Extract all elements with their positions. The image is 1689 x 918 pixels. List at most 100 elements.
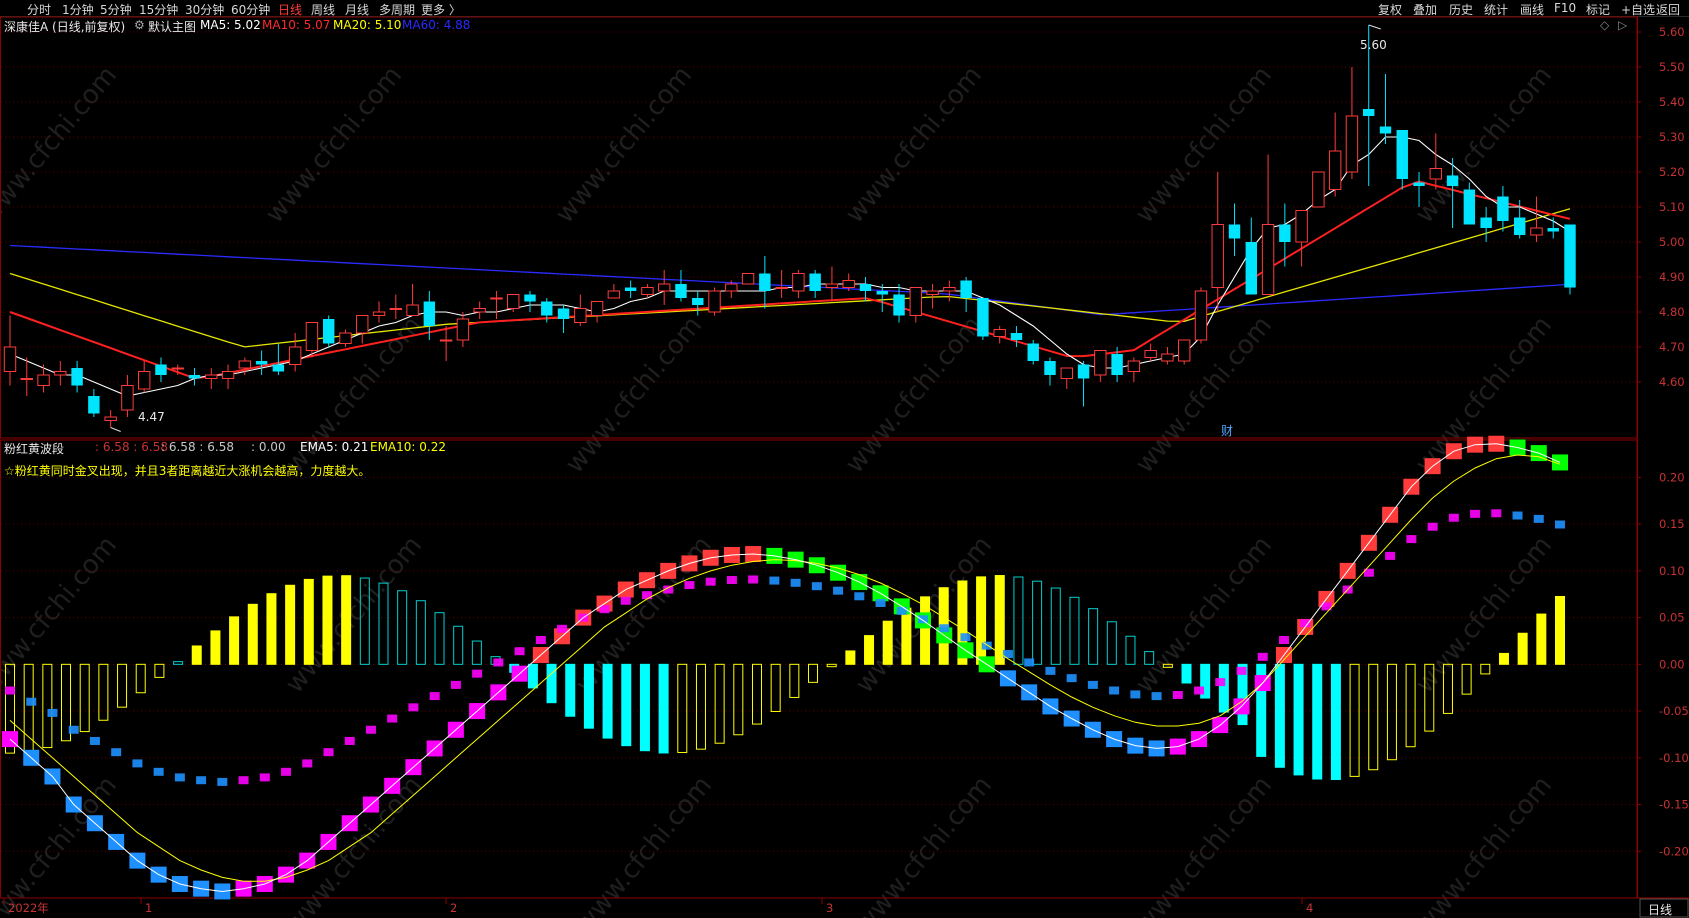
low-arrow (110, 427, 121, 432)
trail-small-block-41 (875, 599, 886, 608)
trail-small-block-14 (302, 759, 313, 768)
main-y-tick-label-2: 5.40 (1659, 95, 1685, 109)
candle-body-85 (1429, 168, 1443, 180)
sub-values-a: : 6.58 : 6.58 (95, 440, 168, 454)
trail-small-block-6 (132, 759, 143, 768)
candle-11 (188, 368, 201, 386)
osc-bar-59 (1106, 621, 1117, 665)
sub-indicator-note: ☆粉红黄同时金叉出现，并且3者距离越近大涨机会越高，力度越大。 (4, 464, 371, 478)
candle-79 (1328, 112, 1342, 197)
candle-body-5 (88, 396, 100, 414)
sub-y-tick-label-5: -0.05 (1659, 704, 1689, 718)
candle-body-4 (71, 368, 83, 386)
trail-small-block-36 (769, 576, 780, 585)
trail-small-block-15 (323, 748, 334, 757)
osc-bar-57 (1069, 596, 1080, 665)
candle-body-25 (423, 301, 436, 326)
trail-small-block-19 (408, 703, 419, 712)
candle-24 (406, 284, 419, 316)
candle-4 (71, 361, 83, 393)
candle-body-51 (859, 284, 872, 291)
osc-bar-43 (808, 663, 819, 683)
trail-small-block-10 (217, 777, 228, 786)
financial-event-marker[interactable]: 财 (1221, 422, 1233, 439)
candle-22 (372, 301, 386, 323)
osc-bar-52 (976, 576, 987, 665)
trail-small-block-33 (705, 577, 716, 586)
candle-body-37 (624, 287, 637, 291)
arrow-right-icon[interactable]: ▷ (1618, 18, 1627, 32)
candle-33 (557, 305, 570, 333)
candle-body-93 (1564, 224, 1576, 288)
candle-body-83 (1396, 130, 1408, 179)
candle-40 (675, 270, 687, 302)
x-axis-label-1: 1 (145, 901, 152, 915)
candle-26 (439, 326, 453, 361)
trail-small-block-11 (238, 776, 249, 785)
candle-36 (607, 284, 621, 299)
candle-body-0 (3, 346, 17, 372)
candle-12 (205, 368, 218, 389)
candle-44 (741, 273, 755, 285)
ma10-line (9, 180, 1571, 380)
candle-body-47 (792, 273, 805, 292)
candle-body-49 (825, 283, 839, 288)
trail-small-block-7 (153, 767, 164, 776)
candle-body-2 (37, 374, 50, 386)
candle-64 (1077, 361, 1090, 407)
trail-small-block-17 (365, 725, 376, 734)
candle-body-44 (741, 273, 755, 285)
candle-74 (1245, 217, 1257, 295)
osc-bar-83 (1555, 595, 1565, 665)
low-price-label: 4.47 (138, 410, 165, 424)
main-indicator-name[interactable]: 默认主图 (148, 18, 196, 35)
diamond-icon[interactable]: ◇ (1600, 18, 1609, 32)
main-y-tick-label-0: 5.60 (1659, 25, 1685, 39)
indicator-settings-icon[interactable]: ⚙ (134, 18, 145, 32)
candle-body-30 (507, 294, 520, 309)
candle-45 (759, 256, 771, 309)
trail-small-block-24 (514, 647, 525, 656)
candle-body-27 (456, 318, 470, 341)
period-box-label[interactable]: 日线 (1648, 901, 1672, 918)
candle-7 (121, 375, 134, 417)
candle-body-87 (1463, 189, 1476, 225)
osc-bar-31 (583, 663, 594, 729)
candle-body-34 (574, 308, 587, 323)
candle-75 (1261, 154, 1275, 295)
candle-body-19 (323, 319, 335, 344)
osc-bar-19 (359, 577, 370, 665)
trail-small-block-54 (1151, 692, 1162, 701)
sub-indicator-name[interactable]: 粉红黄波段 (4, 440, 64, 457)
candle-body-67 (1127, 360, 1141, 372)
kline-chart[interactable]: 5.60 5.50 5.40 5.30 5.20 5.10 5.00 4.90 4.80 4.70… (0, 0, 1689, 918)
ma20-label: MA20: 5.10 (333, 18, 402, 32)
trail-small-block-22 (472, 669, 483, 678)
trail-small-block-53 (1130, 690, 1141, 699)
sub-y-tick-label-0: 0.20 (1659, 470, 1685, 484)
trail-small-block-69 (1470, 509, 1481, 518)
candle-body-90 (1513, 217, 1526, 235)
osc-bar-14 (266, 593, 277, 665)
osc-bar-16 (303, 578, 314, 665)
candle-92 (1547, 217, 1559, 239)
osc-bar-32 (602, 663, 613, 739)
trail-small-block-59 (1257, 652, 1268, 661)
candle-body-58 (977, 298, 989, 337)
candle-37 (624, 280, 637, 298)
sub-y-tick-label-6: -0.10 (1659, 751, 1689, 765)
candle-80 (1345, 67, 1359, 179)
candle-59 (993, 326, 1006, 344)
candle-body-14 (238, 360, 252, 369)
stock-title[interactable]: 深康佳A (日线,前复权) (4, 18, 125, 35)
candle-78 (1312, 171, 1325, 208)
trail-small-block-39 (833, 586, 844, 595)
trail-small-block-49 (1045, 666, 1056, 675)
candle-87 (1463, 182, 1476, 225)
candle-29 (490, 291, 503, 319)
osc-bar-39 (733, 663, 744, 736)
candle-body-20 (339, 332, 352, 344)
osc-bar-20 (378, 582, 389, 665)
trail-small-block-67 (1427, 522, 1438, 531)
osc-bar-47 (882, 620, 893, 665)
